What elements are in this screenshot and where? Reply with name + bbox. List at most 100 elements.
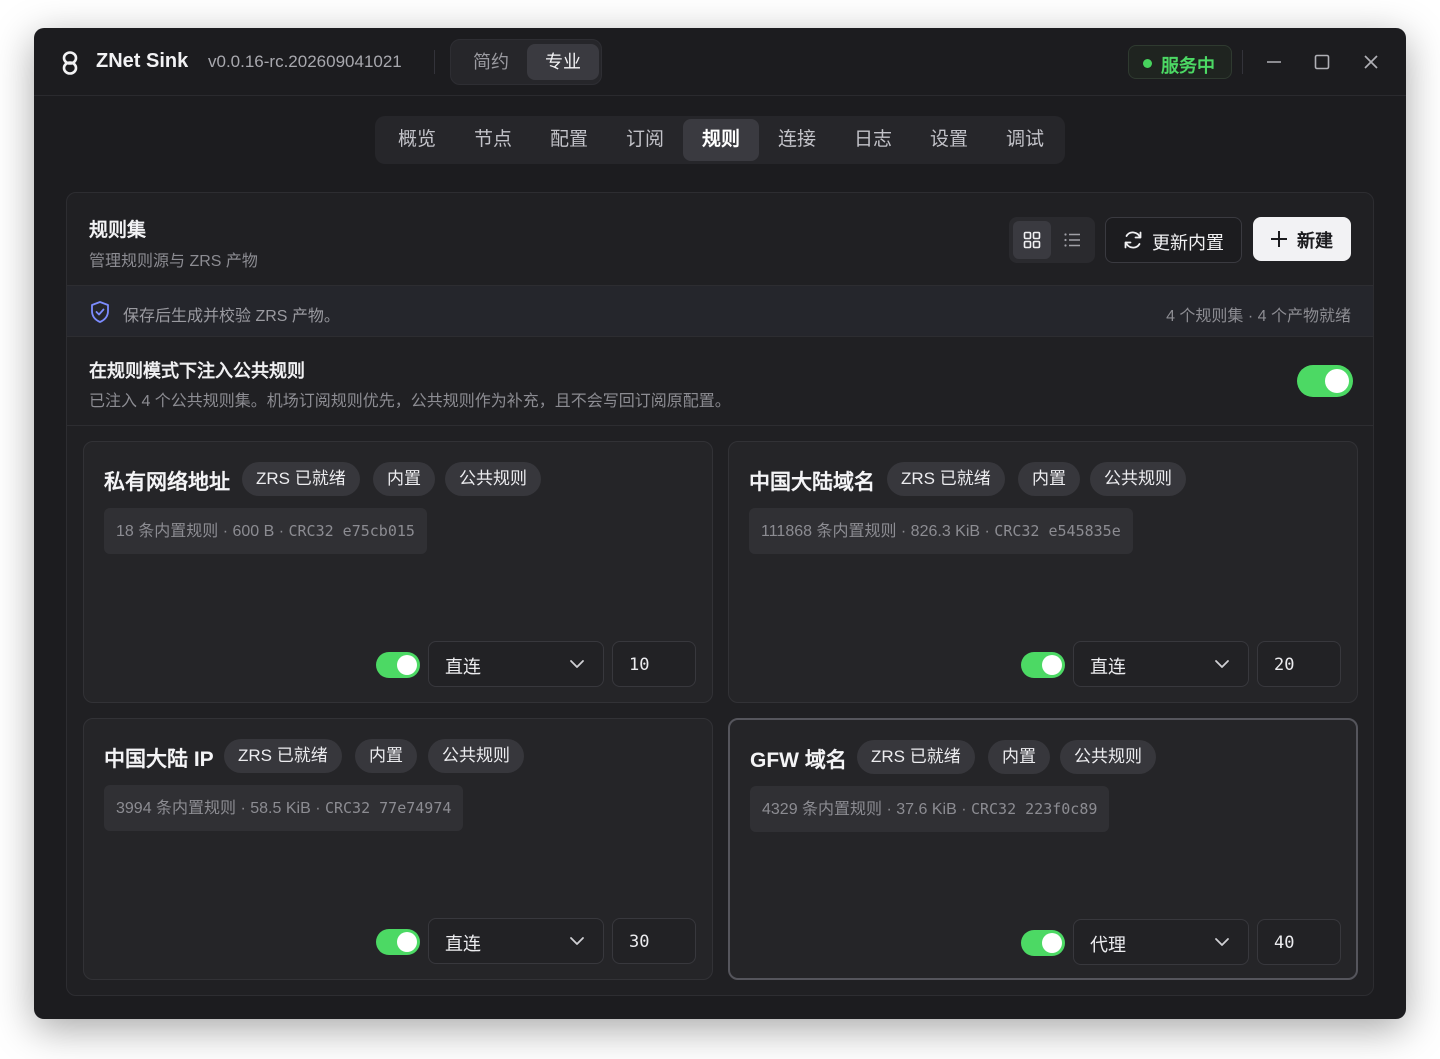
mode-pro-button[interactable]: 专业 bbox=[527, 44, 599, 80]
ruleset-priority-input[interactable]: 40 bbox=[1257, 919, 1341, 965]
action-value: 代理 bbox=[1090, 935, 1126, 955]
builtin-badge: 内置 bbox=[373, 462, 435, 496]
chevron-down-icon bbox=[1215, 660, 1229, 668]
rulesets-panel: 规则集 管理规则源与 ZRS 产物 更新内置 新建 保存后生成并校验 ZRS 产… bbox=[66, 192, 1374, 996]
inject-public-rules-toggle[interactable] bbox=[1297, 365, 1353, 397]
ruleset-meta: 3994 条内置规则 · 58.5 KiB · CRC32 77e74974 bbox=[104, 785, 464, 831]
divider bbox=[67, 425, 1373, 426]
inject-public-rules-title: 在规则模式下注入公共规则 bbox=[89, 361, 305, 381]
public-rules-badge: 公共规则 bbox=[1090, 462, 1186, 496]
ruleset-priority-input[interactable]: 10 bbox=[612, 641, 696, 687]
ruleset-card[interactable]: 中国大陆域名 ZRS 已就绪 内置 公共规则 111868 条内置规则 · 82… bbox=[728, 441, 1358, 703]
refresh-icon bbox=[1124, 231, 1142, 249]
action-value: 直连 bbox=[445, 934, 481, 954]
priority-value: 40 bbox=[1274, 933, 1295, 953]
panel-title: 规则集 bbox=[89, 220, 147, 241]
mode-simple-button[interactable]: 简约 bbox=[455, 44, 527, 80]
public-rules-badge: 公共规则 bbox=[1060, 740, 1156, 774]
tab-connections[interactable]: 连接 bbox=[759, 119, 835, 161]
ruleset-card[interactable]: GFW 域名 ZRS 已就绪 内置 公共规则 4329 条内置规则 · 37.6… bbox=[728, 718, 1358, 980]
plus-icon bbox=[1271, 231, 1287, 247]
view-toggle bbox=[1009, 217, 1095, 263]
ruleset-card[interactable]: 私有网络地址 ZRS 已就绪 内置 公共规则 18 条内置规则 · 600 B … bbox=[83, 441, 713, 703]
app-title: ZNet Sink bbox=[96, 50, 189, 72]
inject-public-rules-desc: 已注入 4 个公共规则集。机场订阅规则优先，公共规则作为补充，且不会写回订阅原配… bbox=[89, 393, 731, 410]
ruleset-stats-text: 18 条内置规则 · 600 B · bbox=[116, 523, 289, 540]
chevron-down-icon bbox=[570, 937, 584, 945]
builtin-badge: 内置 bbox=[355, 739, 417, 773]
update-builtin-button[interactable]: 更新内置 bbox=[1105, 217, 1242, 263]
new-ruleset-label: 新建 bbox=[1297, 231, 1333, 251]
chevron-down-icon bbox=[1215, 938, 1229, 946]
grid-icon bbox=[1023, 231, 1041, 249]
tab-rules[interactable]: 规则 bbox=[683, 119, 759, 161]
ruleset-priority-input[interactable]: 30 bbox=[612, 918, 696, 964]
zrs-ready-badge: ZRS 已就绪 bbox=[887, 462, 1005, 496]
maximize-icon[interactable] bbox=[1310, 50, 1334, 74]
ruleset-crc: CRC32 223f0c89 bbox=[970, 800, 1098, 818]
tab-settings[interactable]: 设置 bbox=[911, 119, 987, 161]
tab-subscriptions[interactable]: 订阅 bbox=[607, 119, 683, 161]
builtin-badge: 内置 bbox=[988, 740, 1050, 774]
ruleset-enable-toggle[interactable] bbox=[376, 929, 420, 955]
zrs-ready-badge: ZRS 已就绪 bbox=[242, 462, 360, 496]
zrs-ready-badge: ZRS 已就绪 bbox=[224, 739, 342, 773]
priority-value: 10 bbox=[629, 655, 650, 675]
app-version: v0.0.16-rc.202609041021 bbox=[208, 52, 402, 71]
ruleset-priority-input[interactable]: 20 bbox=[1257, 641, 1341, 687]
ruleset-card[interactable]: 中国大陆 IP ZRS 已就绪 内置 公共规则 3994 条内置规则 · 58.… bbox=[83, 718, 713, 980]
tab-debug[interactable]: 调试 bbox=[987, 119, 1063, 161]
priority-value: 30 bbox=[629, 932, 650, 952]
service-status-text: 服务中 bbox=[1161, 56, 1215, 76]
public-rules-badge: 公共规则 bbox=[445, 462, 541, 496]
list-view-button[interactable] bbox=[1053, 221, 1091, 259]
ruleset-enable-toggle[interactable] bbox=[1021, 652, 1065, 678]
tab-nodes[interactable]: 节点 bbox=[455, 119, 531, 161]
public-rules-badge: 公共规则 bbox=[428, 739, 524, 773]
ruleset-enable-toggle[interactable] bbox=[376, 652, 420, 678]
main-tabs: 概览 节点 配置 订阅 规则 连接 日志 设置 调试 bbox=[375, 116, 1065, 164]
grid-view-button[interactable] bbox=[1013, 221, 1051, 259]
ruleset-title: GFW 域名 bbox=[750, 749, 847, 772]
toggle-knob bbox=[1042, 655, 1062, 675]
tab-logs[interactable]: 日志 bbox=[835, 119, 911, 161]
ruleset-meta: 111868 条内置规则 · 826.3 KiB · CRC32 e545835… bbox=[749, 508, 1133, 554]
ruleset-title: 中国大陆域名 bbox=[749, 471, 875, 494]
ruleset-title: 中国大陆 IP bbox=[104, 748, 214, 771]
ruleset-stats-text: 3994 条内置规则 · 58.5 KiB · bbox=[116, 800, 325, 817]
ruleset-action-select[interactable]: 直连 bbox=[428, 641, 604, 687]
divider bbox=[434, 50, 435, 74]
status-dot-icon bbox=[1143, 59, 1152, 68]
info-bar: 保存后生成并校验 ZRS 产物。 4 个规则集 · 4 个产物就绪 bbox=[67, 285, 1373, 337]
toggle-knob bbox=[1325, 369, 1349, 393]
ruleset-enable-toggle[interactable] bbox=[1021, 930, 1065, 956]
update-builtin-label: 更新内置 bbox=[1152, 233, 1224, 253]
tab-config[interactable]: 配置 bbox=[531, 119, 607, 161]
info-text: 保存后生成并校验 ZRS 产物。 bbox=[123, 308, 340, 325]
service-status-badge[interactable]: 服务中 bbox=[1128, 45, 1232, 79]
ruleset-stats-text: 111868 条内置规则 · 826.3 KiB · bbox=[761, 523, 995, 540]
mode-switch: 简约 专业 bbox=[450, 39, 602, 85]
toggle-knob bbox=[397, 932, 417, 952]
title-bar: ZNet Sink v0.0.16-rc.202609041021 简约 专业 … bbox=[34, 28, 1406, 96]
panel-subtitle: 管理规则源与 ZRS 产物 bbox=[89, 253, 258, 270]
ruleset-meta: 4329 条内置规则 · 37.6 KiB · CRC32 223f0c89 bbox=[750, 786, 1110, 832]
new-ruleset-button[interactable]: 新建 bbox=[1253, 217, 1351, 261]
minimize-icon[interactable] bbox=[1262, 50, 1286, 74]
action-value: 直连 bbox=[445, 657, 481, 677]
chevron-down-icon bbox=[570, 660, 584, 668]
app-window: ZNet Sink v0.0.16-rc.202609041021 简约 专业 … bbox=[34, 28, 1406, 1019]
action-value: 直连 bbox=[1090, 657, 1126, 677]
close-icon[interactable] bbox=[1359, 50, 1383, 74]
ruleset-action-select[interactable]: 直连 bbox=[428, 918, 604, 964]
ruleset-crc: CRC32 e75cb015 bbox=[288, 522, 415, 540]
builtin-badge: 内置 bbox=[1018, 462, 1080, 496]
priority-value: 20 bbox=[1274, 655, 1295, 675]
ruleset-title: 私有网络地址 bbox=[104, 471, 230, 494]
zrs-ready-badge: ZRS 已就绪 bbox=[857, 740, 975, 774]
tab-overview[interactable]: 概览 bbox=[379, 119, 455, 161]
ruleset-action-select[interactable]: 代理 bbox=[1073, 919, 1249, 965]
ruleset-meta: 18 条内置规则 · 600 B · CRC32 e75cb015 bbox=[104, 508, 427, 554]
ruleset-action-select[interactable]: 直连 bbox=[1073, 641, 1249, 687]
toggle-knob bbox=[1042, 933, 1062, 953]
